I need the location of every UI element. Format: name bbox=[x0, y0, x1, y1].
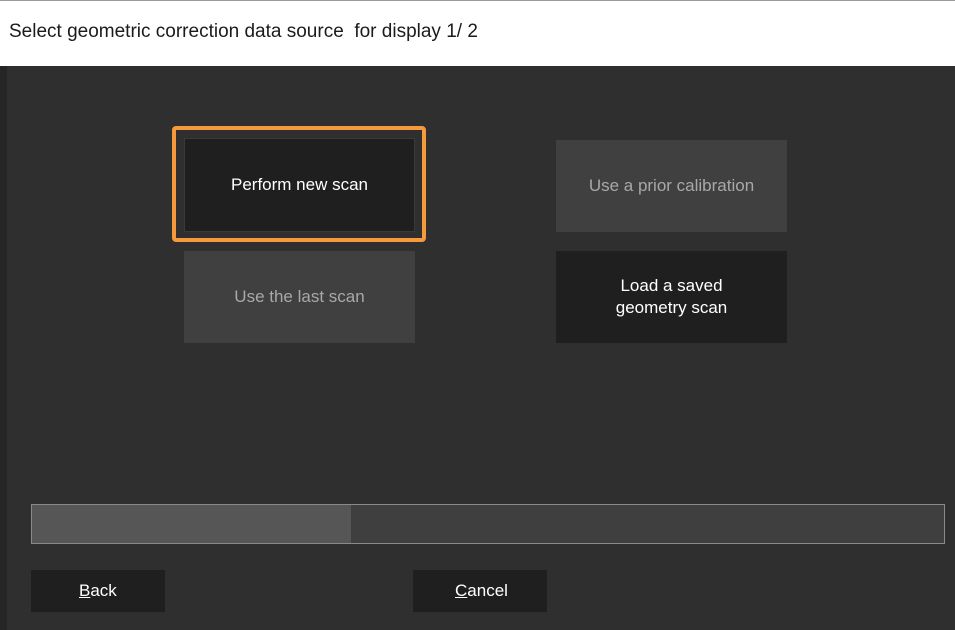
use-last-scan-button[interactable]: Use the last scan bbox=[184, 251, 415, 343]
dialog-title: Select geometric correction data source … bbox=[9, 21, 478, 42]
use-prior-calibration-button[interactable]: Use a prior calibration bbox=[556, 140, 787, 232]
back-button[interactable]: Back bbox=[31, 570, 165, 612]
back-label-rest: ack bbox=[90, 581, 117, 600]
cancel-mnemonic: C bbox=[455, 581, 468, 600]
perform-new-scan-label: Perform new scan bbox=[231, 175, 368, 194]
use-last-scan-label: Use the last scan bbox=[234, 287, 365, 306]
perform-new-scan-button[interactable]: Perform new scan bbox=[184, 138, 415, 232]
title-bar: Select geometric correction data source … bbox=[0, 0, 955, 66]
load-saved-geometry-scan-button[interactable]: Load a saved geometry scan bbox=[556, 251, 787, 343]
cancel-label-rest: ancel bbox=[467, 581, 508, 600]
back-mnemonic: B bbox=[79, 581, 91, 600]
geometric-correction-dialog: Select geometric correction data source … bbox=[0, 0, 955, 630]
progress-bar bbox=[31, 504, 945, 544]
cancel-button[interactable]: Cancel bbox=[413, 570, 547, 612]
left-edge-strip bbox=[0, 66, 7, 630]
progress-bar-fill bbox=[32, 505, 352, 543]
use-prior-calibration-label: Use a prior calibration bbox=[588, 176, 755, 195]
load-saved-geometry-scan-label: Load a saved geometry scan bbox=[615, 276, 728, 317]
